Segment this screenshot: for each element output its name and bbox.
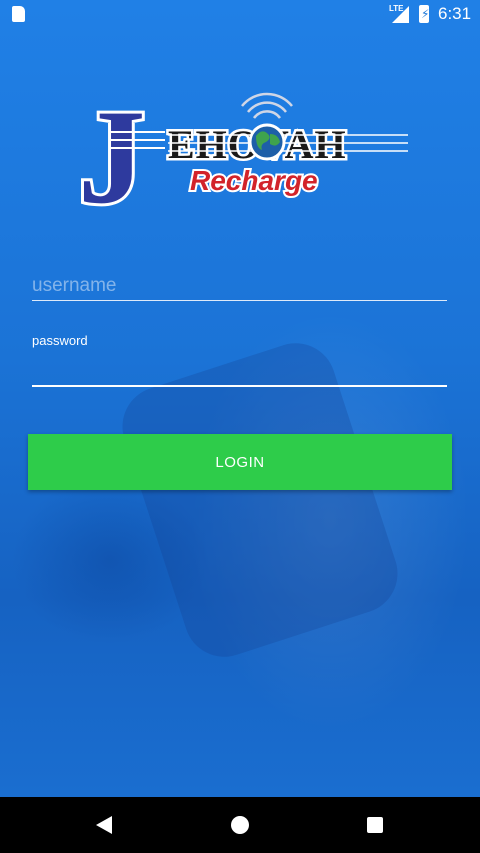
charging-bolt-icon: ⚡ [421, 7, 430, 21]
home-icon[interactable] [231, 816, 249, 834]
login-button[interactable]: LOGIN [28, 434, 452, 490]
broadcast-waves-icon [241, 92, 293, 119]
logo-tagline: Recharge [190, 165, 318, 196]
sim-card-icon [12, 6, 25, 22]
back-icon[interactable] [96, 816, 112, 834]
status-bar: LTE ⚡ 6:31 [0, 0, 480, 28]
network-type-label: LTE [389, 4, 404, 13]
username-input[interactable]: username [32, 275, 117, 297]
password-label: password [32, 333, 88, 348]
password-input[interactable] [32, 352, 447, 384]
jehovah-recharge-logo: J EHOVAH Recharge [75, 90, 408, 215]
recents-icon[interactable] [367, 817, 383, 833]
globe-icon [248, 123, 286, 161]
logo-big-letter: J [78, 90, 146, 215]
username-underline [32, 300, 447, 301]
password-underline [32, 385, 447, 387]
status-time: 6:31 [438, 4, 472, 23]
